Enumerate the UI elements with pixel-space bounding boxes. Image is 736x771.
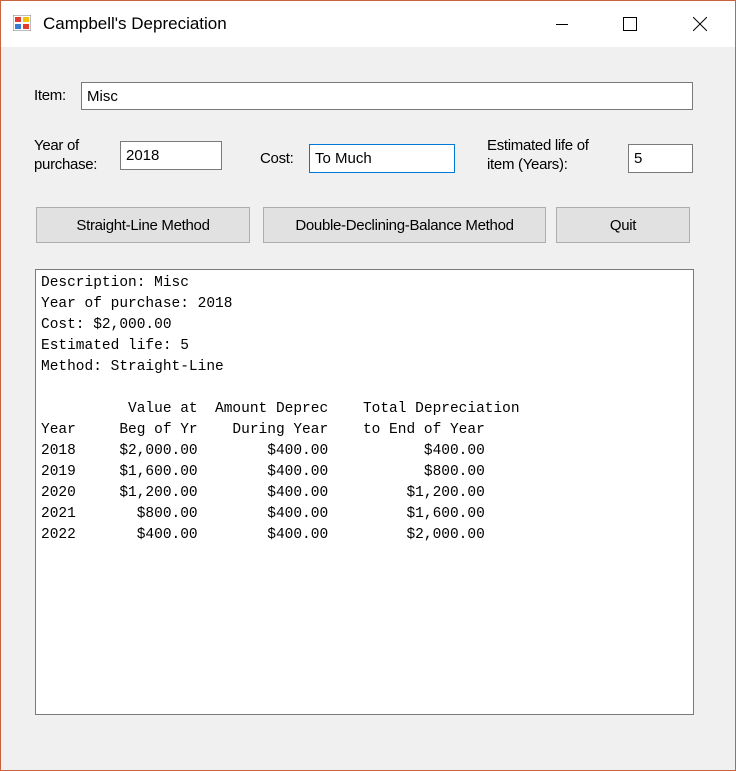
title-bar[interactable]: Campbell's Depreciation xyxy=(1,1,735,47)
life-input[interactable] xyxy=(628,144,693,173)
item-input[interactable] xyxy=(81,82,693,110)
results-header-line: Value at Amount Deprec Total Depreciatio… xyxy=(41,401,520,417)
results-line: Description: Misc xyxy=(41,275,189,291)
year-input[interactable] xyxy=(120,141,222,170)
cost-input[interactable] xyxy=(309,144,455,173)
results-row: 2020 $1,200.00 $400.00 $1,200.00 xyxy=(41,485,485,501)
results-line: Cost: $2,000.00 xyxy=(41,317,172,333)
app-icon xyxy=(13,15,31,31)
results-textbox[interactable]: Description: Misc Year of purchase: 2018… xyxy=(35,269,694,715)
cost-label: Cost: xyxy=(260,150,294,167)
straight-line-button[interactable]: Straight-Line Method xyxy=(36,207,250,243)
year-label-line2: purchase: xyxy=(34,156,98,173)
item-label: Item: xyxy=(34,87,66,104)
maximize-button[interactable] xyxy=(607,1,653,47)
year-label: Year of purchase: xyxy=(34,136,97,174)
close-icon xyxy=(693,17,707,31)
results-line: Method: Straight-Line xyxy=(41,359,224,375)
app-window: Campbell's Depreciation Item: Year of pu… xyxy=(0,0,736,771)
minimize-button[interactable] xyxy=(539,1,585,47)
results-row: 2019 $1,600.00 $400.00 $800.00 xyxy=(41,464,485,480)
results-row: 2022 $400.00 $400.00 $2,000.00 xyxy=(41,527,485,543)
results-line: Year of purchase: 2018 xyxy=(41,296,233,312)
results-header-line: Year Beg of Yr During Year to End of Yea… xyxy=(41,422,485,438)
results-row: 2018 $2,000.00 $400.00 $400.00 xyxy=(41,443,485,459)
quit-button[interactable]: Quit xyxy=(556,207,690,243)
results-row: 2021 $800.00 $400.00 $1,600.00 xyxy=(41,506,485,522)
results-line: Estimated life: 5 xyxy=(41,338,189,354)
close-button[interactable] xyxy=(677,1,723,47)
double-declining-button[interactable]: Double-Declining-Balance Method xyxy=(263,207,546,243)
year-label-line1: Year of xyxy=(34,137,79,154)
minimize-icon xyxy=(556,24,568,25)
maximize-icon xyxy=(623,17,637,31)
results-line xyxy=(41,378,688,399)
life-label-line1: Estimated life of xyxy=(487,137,589,154)
life-label: Estimated life of item (Years): xyxy=(487,136,589,174)
life-label-line2: item (Years): xyxy=(487,156,568,173)
window-title: Campbell's Depreciation xyxy=(43,14,227,33)
